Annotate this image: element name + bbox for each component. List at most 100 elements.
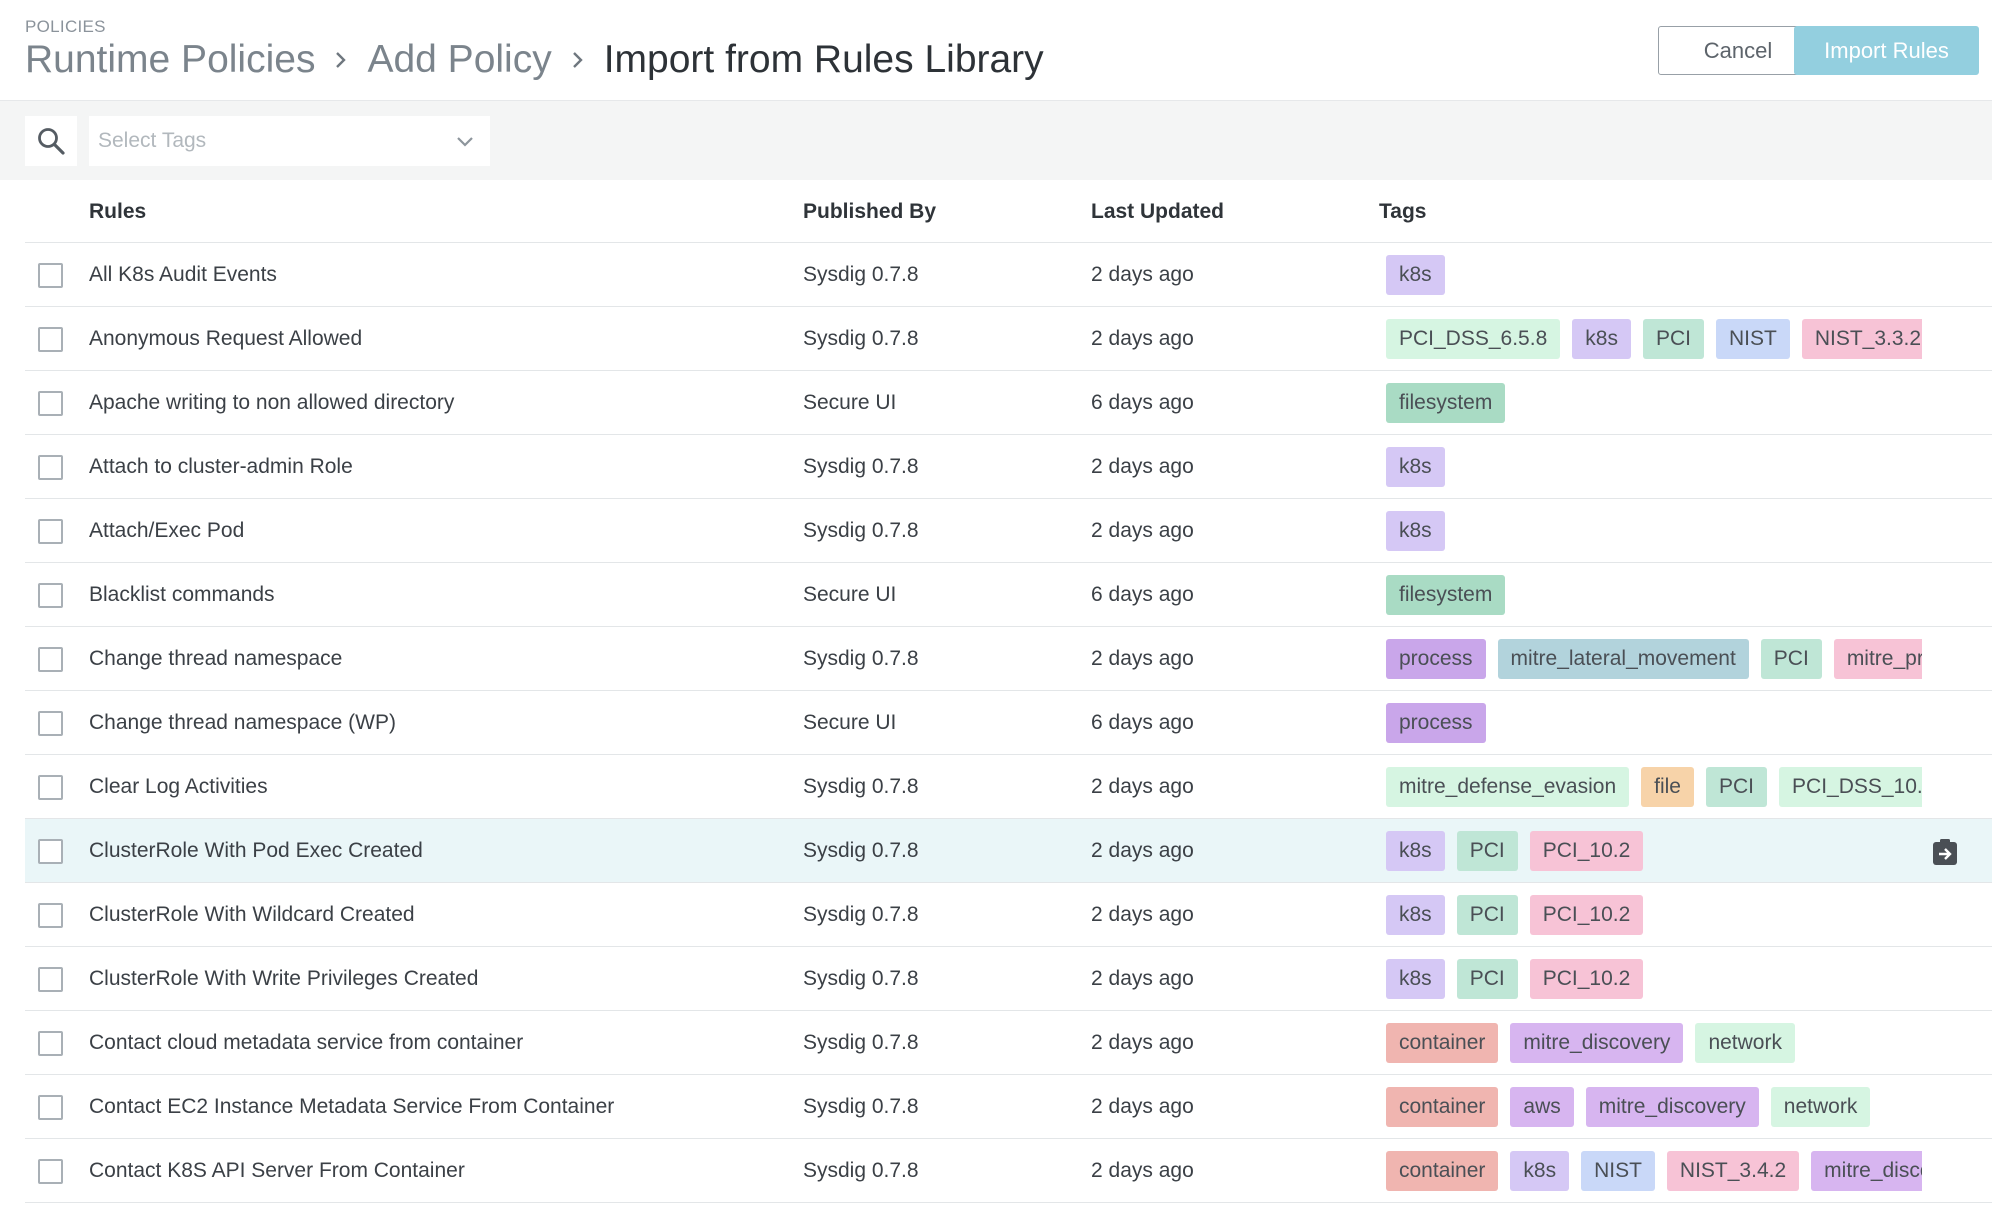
- import-rules-button[interactable]: Import Rules: [1794, 26, 1979, 75]
- column-rules[interactable]: Rules: [89, 200, 146, 224]
- rule-name: Attach to cluster-admin Role: [89, 455, 353, 478]
- tag-badge: network: [1695, 1023, 1795, 1063]
- row-checkbox[interactable]: [38, 1095, 63, 1120]
- last-updated: 2 days ago: [1091, 967, 1194, 990]
- table-row[interactable]: Attach/Exec Pod Sysdig 0.7.8 2 days ago k8s: [25, 499, 1992, 563]
- tag-badge: k8s: [1572, 319, 1631, 359]
- tag-badge: k8s: [1386, 831, 1445, 871]
- table-header: Rules Published By Last Updated Tags: [25, 180, 1992, 243]
- row-checkbox[interactable]: [38, 903, 63, 928]
- search-icon: [38, 128, 65, 155]
- table-row[interactable]: ClusterRole With Write Privileges Create…: [25, 947, 1992, 1011]
- published-by: Sysdig 0.7.8: [803, 263, 919, 286]
- rule-name: Contact cloud metadata service from cont…: [89, 1031, 524, 1054]
- table-row[interactable]: Change thread namespace (WP) Secure UI 6 d…: [25, 691, 1992, 755]
- tags-select[interactable]: Select Tags: [89, 116, 490, 166]
- last-updated: 2 days ago: [1091, 455, 1194, 478]
- row-checkbox[interactable]: [38, 1031, 63, 1056]
- tag-badge: NIST_3.4.2: [1666, 1151, 1800, 1191]
- tag-badge: filesystem: [1386, 575, 1506, 615]
- published-by: Sysdig 0.7.8: [803, 327, 919, 350]
- row-checkbox[interactable]: [38, 583, 63, 608]
- tag-badge: k8s: [1386, 959, 1445, 999]
- column-last-updated[interactable]: Last Updated: [1091, 200, 1224, 224]
- published-by: Sysdig 0.7.8: [803, 775, 919, 798]
- row-tags: filesystem: [1386, 383, 1922, 423]
- published-by: Sysdig 0.7.8: [803, 1031, 919, 1054]
- column-published-by[interactable]: Published By: [803, 200, 936, 224]
- row-tags: mitre_defense_evasion file PCI PCI_DSS_10.5…: [1386, 767, 1922, 807]
- breadcrumb-runtime-policies[interactable]: Runtime Policies: [25, 38, 315, 82]
- search-button[interactable]: [25, 116, 77, 166]
- published-by: Sysdig 0.7.8: [803, 1095, 919, 1118]
- table-row[interactable]: Change thread namespace Sysdig 0.7.8 2 day…: [25, 627, 1992, 691]
- tag-badge: mitre_privilege_escalation: [1833, 639, 1922, 679]
- table-row[interactable]: Anonymous Request Allowed Sysdig 0.7.8 2 d…: [25, 307, 1992, 371]
- table-row[interactable]: Contact K8S API Server From Container Sys…: [25, 1139, 1992, 1203]
- column-tags[interactable]: Tags: [1379, 200, 1426, 224]
- chevron-right-icon: [315, 36, 367, 84]
- published-by: Sysdig 0.7.8: [803, 967, 919, 990]
- tags-select-placeholder: Select Tags: [98, 129, 207, 152]
- tag-badge: PCI_10.2: [1529, 895, 1644, 935]
- tag-badge: mitre_defense_evasion: [1386, 767, 1630, 807]
- row-checkbox[interactable]: [38, 711, 63, 736]
- tag-badge: k8s: [1386, 511, 1445, 551]
- row-checkbox[interactable]: [38, 263, 63, 288]
- tag-badge: PCI: [1706, 767, 1768, 807]
- last-updated: 6 days ago: [1091, 711, 1194, 734]
- row-tags: k8s: [1386, 255, 1922, 295]
- rule-name: Contact EC2 Instance Metadata Service Fr…: [89, 1095, 615, 1118]
- row-checkbox[interactable]: [38, 775, 63, 800]
- table-row[interactable]: ClusterRole With Wildcard Created Sysdig …: [25, 883, 1992, 947]
- tag-badge: NIST: [1581, 1151, 1655, 1191]
- rule-name: Anonymous Request Allowed: [89, 327, 363, 350]
- rule-name: Change thread namespace: [89, 647, 343, 670]
- table-row[interactable]: Clear Log Activities Sysdig 0.7.8 2 days a…: [25, 755, 1992, 819]
- tag-badge: k8s: [1386, 895, 1445, 935]
- tag-badge: process: [1386, 639, 1486, 679]
- published-by: Sysdig 0.7.8: [803, 519, 919, 542]
- table-row[interactable]: Apache writing to non allowed directory S…: [25, 371, 1992, 435]
- tag-badge: filesystem: [1386, 383, 1506, 423]
- table-row[interactable]: All K8s Audit Events Sysdig 0.7.8 2 days a…: [25, 243, 1992, 307]
- row-tags: container mitre_discovery network: [1386, 1023, 1922, 1063]
- tag-badge: process: [1386, 703, 1486, 743]
- rule-name: Attach/Exec Pod: [89, 519, 245, 542]
- tag-badge: PCI_DSS_6.5.8: [1386, 319, 1561, 359]
- last-updated: 2 days ago: [1091, 903, 1194, 926]
- tag-badge: NIST: [1715, 319, 1790, 359]
- rule-name: Clear Log Activities: [89, 775, 268, 798]
- table-row[interactable]: Blacklist commands Secure UI 6 days ago fil…: [25, 563, 1992, 627]
- last-updated: 2 days ago: [1091, 1159, 1194, 1182]
- table-row[interactable]: Attach to cluster-admin Role Sysdig 0.7.8…: [25, 435, 1992, 499]
- breadcrumb-add-policy[interactable]: Add Policy: [367, 38, 551, 82]
- tag-badge: container: [1386, 1023, 1499, 1063]
- import-rule-icon[interactable]: [1930, 837, 1960, 867]
- last-updated: 2 days ago: [1091, 263, 1194, 286]
- tag-badge: PCI_DSS_10.5.5: [1779, 767, 1922, 807]
- rule-name: ClusterRole With Write Privileges Create…: [89, 967, 479, 990]
- rule-name: Apache writing to non allowed directory: [89, 391, 455, 414]
- row-checkbox[interactable]: [38, 391, 63, 416]
- published-by: Secure UI: [803, 711, 897, 734]
- tag-badge: file: [1641, 767, 1694, 807]
- published-by: Secure UI: [803, 583, 897, 606]
- table-row[interactable]: Contact cloud metadata service from cont…: [25, 1011, 1992, 1075]
- row-checkbox[interactable]: [38, 647, 63, 672]
- row-tags: container k8s NIST NIST_3.4.2 mitre_discover…: [1386, 1151, 1922, 1191]
- row-checkbox[interactable]: [38, 455, 63, 480]
- row-checkbox[interactable]: [38, 1159, 63, 1184]
- tag-badge: network: [1770, 1087, 1871, 1127]
- row-checkbox[interactable]: [38, 967, 63, 992]
- row-tags: k8s: [1386, 447, 1922, 487]
- tag-badge: mitre_discovery: [1811, 1151, 1922, 1191]
- table-row[interactable]: ClusterRole With Pod Exec Created Sysdig …: [25, 819, 1992, 883]
- row-checkbox[interactable]: [38, 327, 63, 352]
- row-checkbox[interactable]: [38, 839, 63, 864]
- row-checkbox[interactable]: [38, 519, 63, 544]
- last-updated: 6 days ago: [1091, 583, 1194, 606]
- page-header: POLICIES Runtime Policies Add Policy Imp…: [0, 0, 1992, 101]
- table-row[interactable]: Contact EC2 Instance Metadata Service Fr…: [25, 1075, 1992, 1139]
- rule-name: All K8s Audit Events: [89, 263, 277, 286]
